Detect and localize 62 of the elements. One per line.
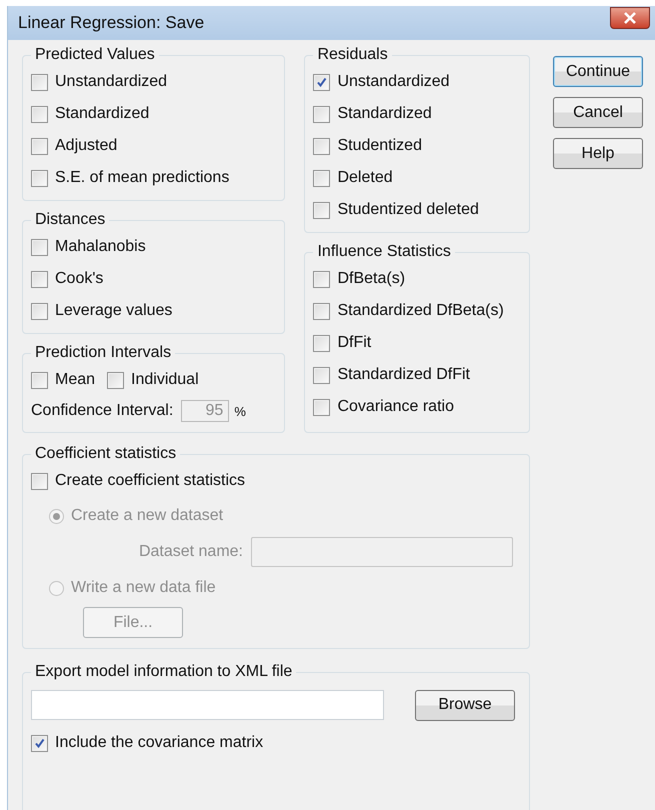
- checkbox-label[interactable]: Covariance ratio: [337, 398, 454, 416]
- checkbox[interactable]: [313, 334, 330, 352]
- browse-button[interactable]: Browse: [415, 690, 515, 720]
- checkbox[interactable]: [313, 398, 330, 416]
- checkbox[interactable]: [31, 138, 48, 154]
- checkbox[interactable]: [313, 170, 330, 186]
- group-title: Distances: [34, 211, 106, 229]
- group-title: Coefficient statistics: [34, 445, 178, 463]
- percent-label: %: [234, 404, 246, 418]
- checkbox-label[interactable]: Leverage values: [55, 302, 172, 320]
- checkbox-label[interactable]: Deleted: [337, 169, 393, 187]
- confidence-label: Confidence Interval:: [31, 402, 174, 420]
- checkbox-label[interactable]: Include the covariance matrix: [55, 734, 264, 752]
- dialog-button[interactable]: Cancel: [553, 97, 643, 128]
- group-title: Residuals: [316, 46, 389, 64]
- checkbox[interactable]: [313, 366, 330, 384]
- group-title: Influence Statistics: [316, 243, 452, 261]
- checkbox[interactable]: [31, 270, 48, 288]
- checkbox[interactable]: [313, 106, 330, 122]
- checkbox-label[interactable]: Standardized: [55, 105, 150, 123]
- checkbox-label[interactable]: Studentized deleted: [337, 201, 479, 219]
- checkbox[interactable]: [31, 302, 48, 320]
- checkbox[interactable]: [31, 734, 48, 752]
- checkbox[interactable]: [31, 372, 48, 388]
- checkbox-label[interactable]: Studentized: [337, 137, 422, 155]
- group-title: Predicted Values: [34, 46, 156, 64]
- checkbox-label[interactable]: Mahalanobis: [55, 238, 146, 256]
- dataset-name-label: Dataset name:: [138, 543, 243, 561]
- checkbox-label[interactable]: Create coefficient statistics: [55, 472, 246, 490]
- window-title: Linear Regression: Save: [18, 13, 204, 33]
- group-title: Export model information to XML file: [34, 663, 294, 681]
- checkmark-icon: [316, 76, 328, 88]
- checkbox[interactable]: [313, 138, 330, 154]
- checkbox-label[interactable]: Adjusted: [55, 137, 118, 155]
- checkbox[interactable]: [31, 74, 48, 90]
- checkbox-label[interactable]: DfFit: [337, 334, 372, 352]
- checkbox-label[interactable]: Unstandardized: [55, 73, 168, 91]
- checkbox-label[interactable]: Cook's: [55, 270, 104, 288]
- checkbox[interactable]: [313, 270, 330, 288]
- checkbox-label[interactable]: Mean: [55, 371, 96, 389]
- checkbox[interactable]: [31, 472, 48, 490]
- checkbox-label[interactable]: Individual: [131, 371, 199, 389]
- checkbox-label[interactable]: Standardized DfFit: [337, 366, 470, 384]
- checkbox[interactable]: [313, 202, 330, 218]
- group-title: Prediction Intervals: [34, 344, 172, 362]
- dialog-button[interactable]: Continue: [553, 56, 643, 87]
- checkbox[interactable]: [31, 238, 48, 256]
- checkbox-label[interactable]: DfBeta(s): [337, 270, 406, 288]
- close-icon: [623, 12, 637, 24]
- checkbox-label[interactable]: Unstandardized: [337, 73, 450, 91]
- checkbox-label[interactable]: S.E. of mean predictions: [55, 169, 230, 187]
- checkbox[interactable]: [107, 372, 124, 388]
- checkbox[interactable]: [313, 74, 330, 90]
- checkmark-icon: [34, 738, 45, 748]
- checkbox[interactable]: [313, 302, 330, 320]
- checkbox[interactable]: [31, 106, 48, 122]
- dialog-button[interactable]: Help: [553, 138, 643, 169]
- file-path-field[interactable]: [31, 690, 384, 720]
- checkbox[interactable]: [31, 170, 48, 186]
- checkbox-label[interactable]: Standardized: [337, 105, 432, 123]
- close-button[interactable]: [610, 7, 650, 29]
- checkbox-label[interactable]: Standardized DfBeta(s): [337, 302, 504, 320]
